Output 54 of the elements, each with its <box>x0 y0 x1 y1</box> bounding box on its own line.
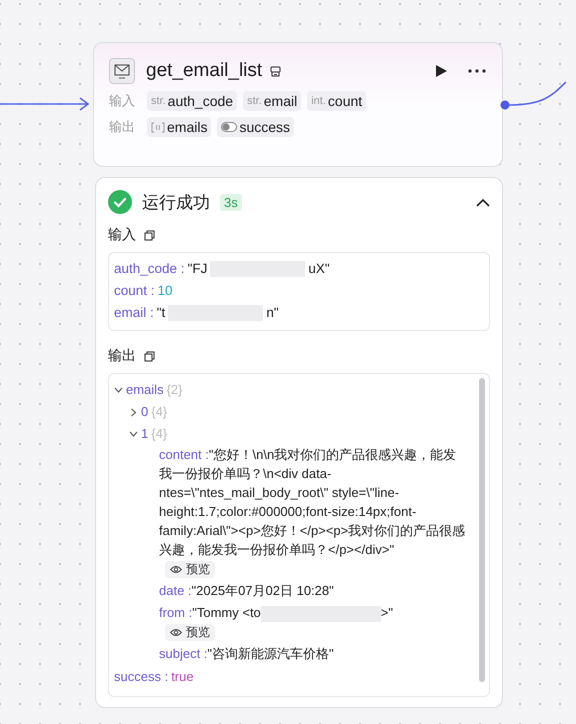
io-label: 输入 <box>109 92 136 110</box>
eye-icon <box>170 628 182 637</box>
param-tag: str.auth_code <box>147 91 238 111</box>
item-count: {4} <box>151 403 168 421</box>
json-entry: content :"您好！\n\n我对你们的产品很感兴趣，能发我一份报价单吗？\n<div data-ntes=\"ntes_mail_body_root\" style=\"line-height:1.7;color:#000000;font-size:14px;font-family:Arial\"><p>您好！</p><p>我对你们的产品很感兴趣，能发我一份报价单吗？</p></div>" <box>159 446 466 559</box>
status-text: 运行成功 <box>142 192 210 214</box>
preview-button[interactable]: 预览 <box>165 561 215 578</box>
param-tag: emails <box>147 117 212 137</box>
io-label: 输出 <box>109 118 136 136</box>
copy-icon[interactable] <box>144 230 155 240</box>
array-icon <box>151 122 165 132</box>
json-key: count : <box>114 280 155 302</box>
json-value: "FJ <box>188 260 208 278</box>
scrollbar[interactable] <box>479 378 485 682</box>
param-tag: success <box>217 117 294 137</box>
node-card[interactable]: get_email_list 输入 str.auth_code str.email int.count 输出 emails success <box>93 42 503 167</box>
json-key: success : <box>114 666 168 688</box>
json-value: "t <box>156 304 166 322</box>
duration-badge: 3s <box>220 194 242 210</box>
success-icon <box>108 190 132 214</box>
toggle-icon <box>221 122 238 132</box>
run-icon[interactable] <box>435 64 448 78</box>
json-value: n" <box>266 304 279 322</box>
section-title: 输出 <box>108 347 136 365</box>
item-count: {2} <box>166 381 182 399</box>
section-title: 输入 <box>108 226 136 244</box>
param-tag: str.email <box>243 91 302 111</box>
json-key[interactable]: 1 <box>141 423 148 445</box>
json-value: 10 <box>158 282 173 300</box>
json-value: >" <box>380 605 394 620</box>
json-value: "Tommy <to <box>192 605 261 620</box>
json-entry: date :"2025年07月02日 10:28" <box>159 582 334 600</box>
item-count: {4} <box>151 425 168 443</box>
node-title: get_email_list <box>146 60 262 82</box>
more-icon[interactable] <box>468 69 486 73</box>
json-value: uX" <box>308 260 330 278</box>
connector-line <box>500 80 566 110</box>
eye-icon <box>170 565 182 574</box>
json-entry: subject :"咨询新能源汽车价格" <box>159 645 334 663</box>
param-tag: int.count <box>307 91 366 111</box>
toggle-caret-icon[interactable] <box>114 386 123 394</box>
collapse-icon[interactable] <box>476 198 490 206</box>
json-key[interactable]: 0 <box>141 401 148 423</box>
preview-button[interactable]: 预览 <box>165 624 215 641</box>
json-value: true <box>171 668 194 686</box>
plugin-icon <box>270 66 282 76</box>
json-key: auth_code : <box>114 258 185 280</box>
toggle-caret-icon[interactable] <box>129 408 138 416</box>
copy-icon[interactable] <box>144 350 155 362</box>
mail-icon <box>109 58 135 84</box>
json-key[interactable]: emails <box>126 379 164 401</box>
toggle-caret-icon[interactable] <box>129 430 138 438</box>
json-key: email : <box>114 302 154 324</box>
json-key: from : <box>159 605 192 620</box>
